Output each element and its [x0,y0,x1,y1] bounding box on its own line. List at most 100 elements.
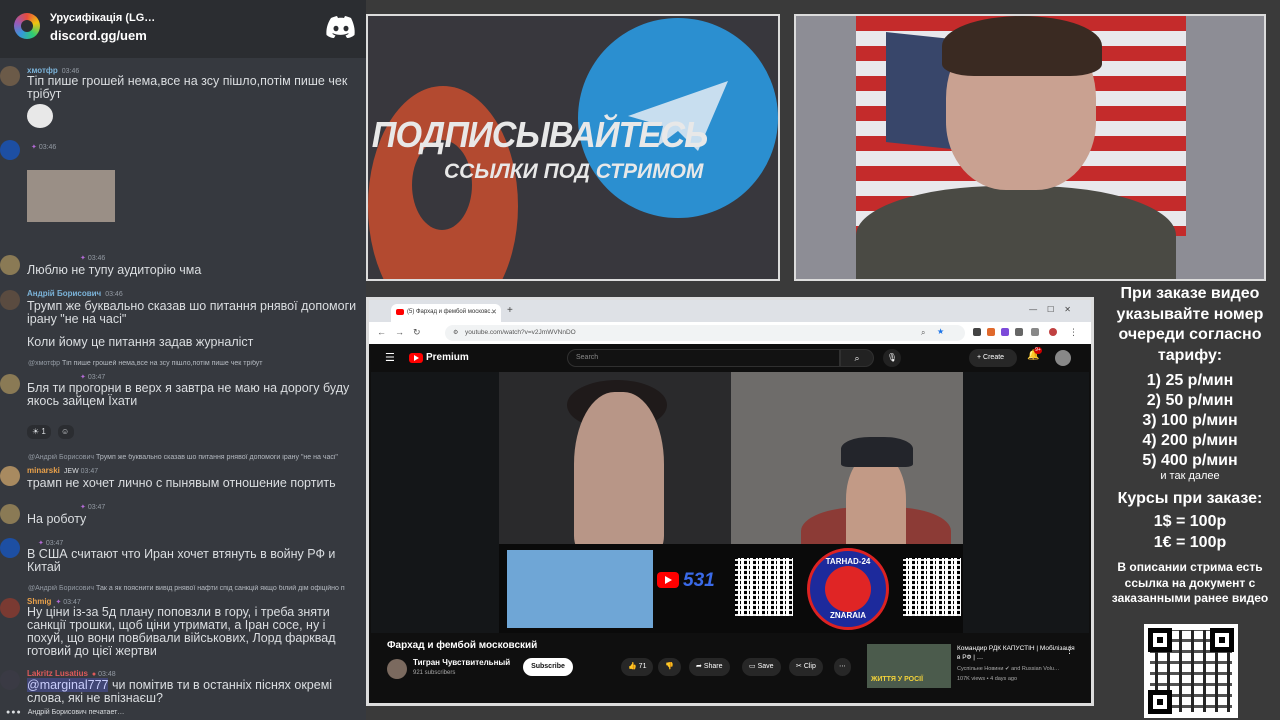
extension-puzzle-icon[interactable] [1015,328,1023,336]
order-instructions: При заказе видео указывайте номер очеред… [1116,285,1264,364]
url-text: youtube.com/watch?v=v2JmWVNnDO [465,329,576,336]
reply-preview[interactable]: @Андрій Борисович Так а як пояснити виві… [28,585,364,592]
youtube-search-input[interactable]: Search [567,349,840,367]
user-avatar[interactable] [0,538,20,558]
role-icon: ✦ [80,504,88,511]
create-button[interactable]: + Create [969,349,1017,367]
recommended-video-thumbnail[interactable]: ЖИТТЯ У РОСІЇ [867,644,951,688]
save-label: Save [757,663,774,670]
reaction-button[interactable]: ☀ 1 [27,425,51,439]
subscribe-button[interactable]: Subscribe [523,658,573,676]
reaction-emoji-icon: ☀ [32,427,42,436]
new-tab-button[interactable]: + [507,305,513,316]
dislike-button[interactable]: 👎 [658,658,681,676]
address-bar[interactable]: ⚙ youtube.com/watch?v=v2JmWVNnDO [445,325,965,341]
window-controls[interactable]: —☐✕ [1029,305,1081,314]
browser-tab[interactable]: (5) Фархад и фембой московс… [391,304,501,322]
more-actions-button[interactable]: ⋯ [834,658,851,676]
tariff-item: 5) 400 р/мин [1142,452,1238,469]
channel-name[interactable]: Тигран Чувствительный [413,658,510,667]
banner-title: ПОДПИСЫВАЙТЕСЬ [371,114,709,155]
youtube-logo-icon[interactable] [409,353,423,363]
save-button[interactable]: ▭ Save [742,658,781,676]
message-time: 03:46 [87,255,106,262]
image-attachment[interactable] [27,170,115,222]
message-meta: ✦ 03:47 [38,539,63,547]
recommended-video-title[interactable]: Командир РДК КАПУСТІН | Мобілізація в РФ… [957,644,1079,662]
zoom-icon[interactable]: ⌕ [921,328,925,338]
user-avatar[interactable] [0,670,20,690]
recommended-video-channel[interactable]: Суспільне Новини ✔ and Russian Volu… [957,666,1085,672]
message-time: 03:47 [87,374,106,381]
profile-icon[interactable] [1049,328,1057,336]
message-meta: Андрій Борисович 03:46 [27,289,123,298]
message-username[interactable]: minarski [27,466,60,475]
server-invite-link[interactable]: discord.gg/uem [50,28,147,43]
close-tab-icon[interactable]: ✕ [491,308,497,316]
youtube-favicon-icon [396,309,404,315]
user-avatar[interactable] [1055,350,1071,366]
channel-badge-logo: TARHAD-24 ZNARAIA [807,548,889,630]
share-label: Share [703,663,723,670]
hamburger-menu-icon[interactable]: ☰ [385,351,395,364]
rate-item: 1€ = 100р [1153,534,1227,551]
tab-title: (5) Фархад и фембой московс… [407,309,497,315]
user-avatar[interactable] [0,290,20,310]
user-avatar[interactable] [0,598,20,618]
reply-text: Тіп пише грошей нема,все на зсу пішло,по… [61,360,263,367]
message-text: Люблю не тупу аудиторію чма [27,263,202,277]
youtube-logo-icon [657,572,679,588]
banner-subtitle: ССЫЛКИ ПОД СТРИМОМ [444,160,704,183]
streamer-shirt [856,186,1176,279]
user-avatar[interactable] [0,504,20,524]
tariff-item: 4) 200 р/мин [1142,432,1238,449]
extension-icon[interactable] [1001,328,1009,336]
reply-text: Так а як пояснити вивід рнявої нафти спі… [96,585,345,592]
microphone-icon[interactable]: 🎙 [883,349,901,367]
extension-icon[interactable] [987,328,995,336]
sticker-image[interactable] [27,104,53,128]
share-button[interactable]: ➦ Share [689,658,730,676]
forward-icon[interactable]: → [395,327,404,337]
user-avatar[interactable] [0,140,20,160]
sidepanel-icon[interactable] [1031,328,1039,336]
like-button[interactable]: 👍 71 [621,658,654,676]
message-time: 03:46 [105,291,123,298]
qr-code-icon [903,558,961,616]
back-icon[interactable]: ← [377,327,386,337]
message-meta: minarski JEW 03:47 [27,466,98,475]
menu-kebab-icon[interactable]: ⋮ [1069,327,1078,338]
search-icon[interactable]: ⌕ [840,349,874,367]
more-options-icon[interactable]: ⋮ [1065,645,1074,656]
reload-icon[interactable]: ↻ [413,327,421,338]
video-player[interactable]: 531 TARHAD-24 ZNARAIA [371,372,1089,633]
add-reaction-button[interactable]: ☺ [58,425,74,439]
overlay-image [507,550,653,628]
user-avatar[interactable] [0,66,20,86]
tariff-item: 3) 100 р/мин [1142,412,1238,429]
site-info-icon: ⚙ [453,330,459,336]
video-overlay-strip: 531 TARHAD-24 ZNARAIA [499,544,963,633]
reply-username: @Андрій Борисович [28,585,95,592]
user-mention[interactable]: @marginal777 [27,678,109,692]
server-avatar [14,13,40,39]
user-avatar[interactable] [0,255,20,275]
reply-preview[interactable]: @Андрій Борисович Трумп же буквально ска… [28,454,364,461]
bookmark-star-icon[interactable]: ★ [937,327,944,336]
clip-button[interactable]: ✂ Clip [789,658,823,676]
notification-count-badge: 9+ [1034,347,1042,354]
user-avatar[interactable] [0,466,20,486]
youtube-page: ☰ Premium Search ⌕ 🎙 + Create 🔔 9+ 531 T… [369,344,1091,703]
message-username[interactable]: Андрій Борисович [27,289,101,298]
reply-preview[interactable]: @хмотфр Тіп пише грошей нема,все на зсу … [28,360,364,367]
extension-icon[interactable] [973,328,981,336]
browser-window: (5) Фархад и фембой московс… ✕ + —☐✕ ← →… [366,297,1094,706]
scissors-icon: ✂ [796,663,804,670]
tariff-item: 1) 25 р/мин [1146,372,1234,389]
message-username[interactable]: Lakritz Lusatius [27,669,88,678]
user-avatar[interactable] [0,374,20,394]
create-label: Create [983,354,1005,361]
channel-avatar[interactable] [387,659,407,679]
overlay-subscriber-count: 531 [683,570,715,591]
youtube-premium-label[interactable]: Premium [426,352,469,363]
